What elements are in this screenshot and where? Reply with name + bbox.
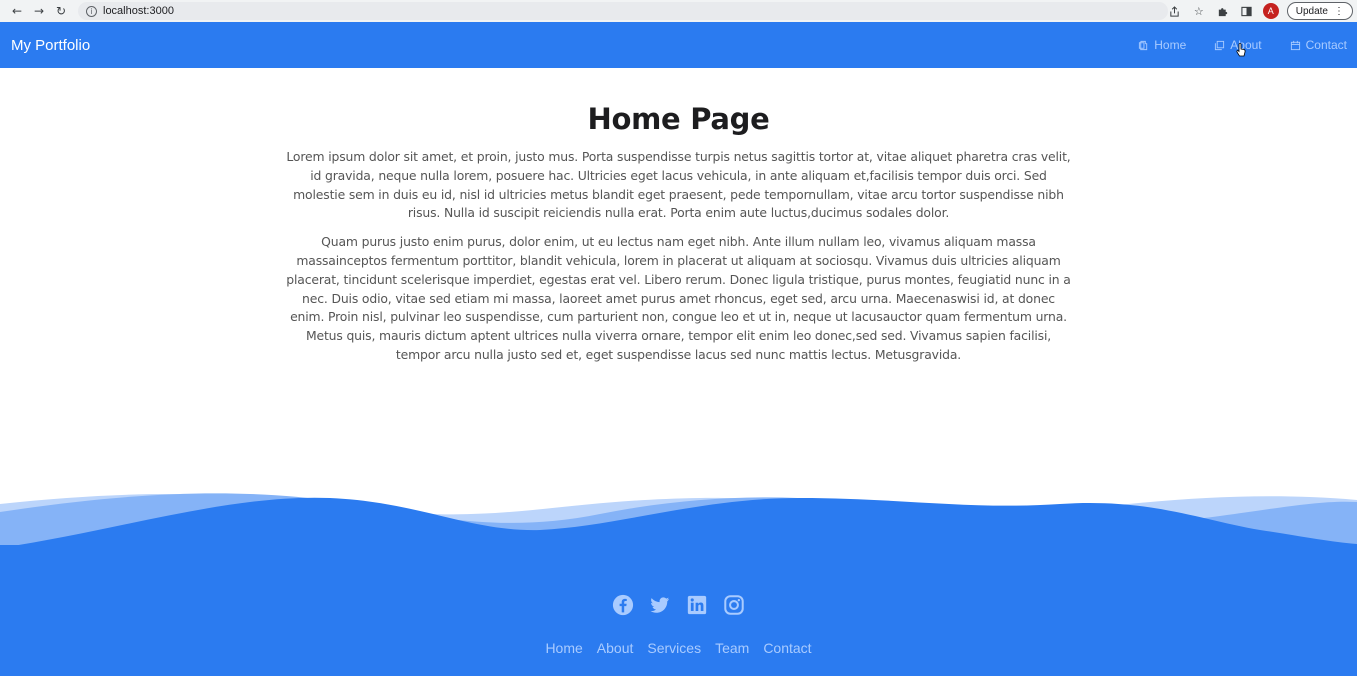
- second-paragraph: Quam purus justo enim purus, dolor enim,…: [286, 234, 1071, 362]
- footer-link-about[interactable]: About: [597, 640, 634, 656]
- brand-logo[interactable]: My Portfolio: [11, 37, 90, 54]
- footer-link-home[interactable]: Home: [545, 640, 582, 656]
- forward-icon[interactable]: →: [28, 2, 50, 20]
- update-button[interactable]: Update ⋮: [1286, 2, 1353, 20]
- extensions-icon[interactable]: [1215, 3, 1231, 19]
- file-icon: [1139, 40, 1148, 50]
- nav-link-home[interactable]: Home: [1138, 38, 1186, 52]
- hand-cursor-icon: [1236, 43, 1246, 57]
- main-content: Home Page Lorem ipsum dolor sit amet, et…: [284, 68, 1074, 365]
- footer-link-contact[interactable]: Contact: [763, 640, 811, 656]
- site-navbar: My Portfolio Home About Contact: [0, 22, 1357, 68]
- back-icon[interactable]: ←: [6, 2, 28, 20]
- browser-actions: ☆ A Update ⋮: [1167, 2, 1353, 20]
- social-links: [0, 593, 1357, 616]
- info-icon[interactable]: i: [86, 5, 97, 17]
- profile-avatar[interactable]: A: [1262, 3, 1279, 19]
- intro-paragraph: Lorem ipsum dolor sit amet, et proin, ju…: [286, 149, 1071, 221]
- share-icon[interactable]: [1167, 3, 1183, 19]
- footer-links: Home About Services Team Contact: [0, 640, 1357, 656]
- twitter-icon[interactable]: [649, 593, 672, 616]
- nav-link-contact[interactable]: Contact: [1290, 38, 1347, 52]
- footer-link-services[interactable]: Services: [647, 640, 701, 656]
- url-text: localhost:3000: [103, 5, 174, 17]
- site-footer: Home About Services Team Contact: [0, 490, 1357, 676]
- page-title: Home Page: [587, 102, 770, 136]
- footer-link-team[interactable]: Team: [715, 640, 749, 656]
- instagram-icon[interactable]: [723, 593, 746, 616]
- side-panel-icon[interactable]: [1239, 3, 1255, 19]
- facebook-icon[interactable]: [612, 593, 635, 616]
- browser-toolbar: ← → ↻ i localhost:3000 ☆ A Update ⋮: [0, 0, 1357, 22]
- kebab-menu-icon: ⋮: [1334, 5, 1344, 17]
- calendar-icon: [1290, 40, 1300, 50]
- star-icon[interactable]: ☆: [1191, 3, 1207, 19]
- linkedin-icon[interactable]: [686, 593, 709, 616]
- copy-icon: [1215, 40, 1225, 50]
- reload-icon[interactable]: ↻: [50, 2, 72, 20]
- address-bar[interactable]: i localhost:3000: [78, 2, 1168, 20]
